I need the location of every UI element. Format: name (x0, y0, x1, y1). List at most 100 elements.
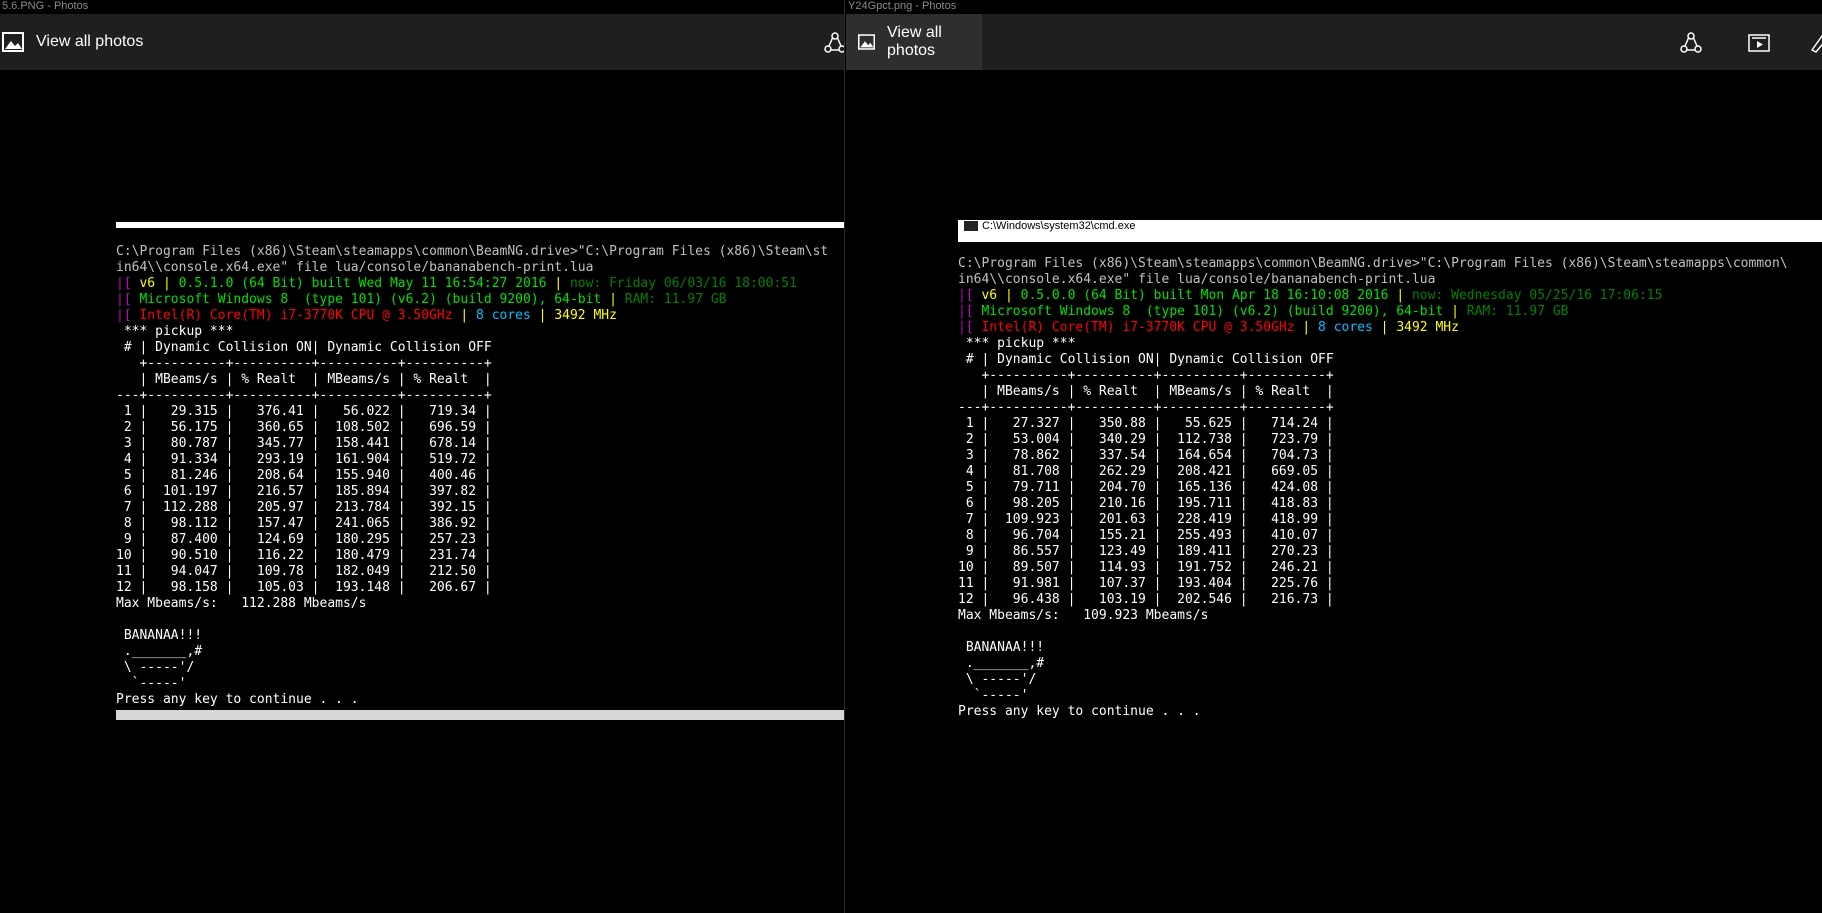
console-line: | MBeams/s | % Realt | MBeams/s | % Real… (139, 372, 492, 387)
info-bracket: |[ (116, 308, 132, 323)
cmd-line: C:\Program Files (x86)\Steam\steamapps\c… (958, 256, 1788, 271)
photo-icon (2, 32, 24, 52)
console-line: 2 | 53.004 | 340.29 | 112.738 | 723.79 | (965, 432, 1334, 447)
timestamp: now: Friday 06/03/16 18:00:51 (569, 276, 797, 291)
benchmark-table: *** pickup *** # | Dynamic Collision ON|… (958, 336, 1334, 719)
cores-info: 8 cores (476, 308, 539, 323)
console-line: 6 | 98.205 | 210.16 | 195.711 | 418.83 | (965, 496, 1334, 511)
version-info: 0.5.1.0 (64 Bit) built Wed May 11 16:54:… (178, 276, 555, 291)
window-titlebar: Y24Gpct.png - Photos (846, 0, 1822, 14)
info-bracket: |[ (116, 292, 132, 307)
console-line: +----------+----------+----------+------… (139, 356, 492, 371)
console-line: | MBeams/s | % Realt | MBeams/s | % Real… (981, 384, 1334, 399)
info-sep: | (1451, 304, 1467, 319)
cpu-info: Intel(R) Core(TM) i7-3770K CPU @ 3.50GHz (973, 320, 1303, 335)
console-line: BANANAA!!! (965, 640, 1045, 655)
console-screenshot: C:\Windows\system32\cmd.exe C:\Program F… (958, 220, 1822, 740)
console-line: Press any key to continue . . . (116, 692, 359, 707)
info-sep: | (162, 276, 179, 291)
slideshow-icon[interactable] (1748, 32, 1770, 54)
info-tag: v6 (131, 276, 163, 291)
console-line: \ -----'/ (965, 672, 1037, 687)
console-line: +----------+----------+----------+------… (981, 368, 1334, 383)
cores-info: 8 cores (1318, 320, 1381, 335)
console-line: 3 | 78.862 | 337.54 | 164.654 | 704.73 | (965, 448, 1334, 463)
console-line: 4 | 91.334 | 293.19 | 161.904 | 519.72 | (123, 452, 492, 467)
photos-window-left: 5.6.PNG - Photos View all photos C:\Prog… (0, 0, 845, 913)
cmd-window-titlebar: C:\Windows\system32\cmd.exe (958, 220, 1822, 242)
photos-window-right: Y24Gpct.png - Photos View all photos C:\… (846, 0, 1822, 913)
info-sep: | (1302, 320, 1319, 335)
console-line: 9 | 87.400 | 124.69 | 180.295 | 257.23 | (123, 532, 492, 547)
info-sep: | (460, 308, 477, 323)
cmd-line: C:\Program Files (x86)\Steam\steamapps\c… (116, 244, 829, 259)
console-line: 3 | 80.787 | 345.77 | 158.441 | 678.14 | (123, 436, 492, 451)
window-title: Y24Gpct.png - Photos (848, 0, 957, 12)
view-all-photos-label: View all photos (36, 33, 144, 50)
console-line: 6 | 101.197 | 216.57 | 185.894 | 397.82 … (123, 484, 492, 499)
console-line: 7 | 109.923 | 201.63 | 228.419 | 418.99 … (965, 512, 1334, 527)
info-bracket: |[ (958, 304, 974, 319)
ram-info: RAM: 11.97 GB (1466, 304, 1569, 319)
console-line: `-----' (131, 676, 187, 691)
ram-info: RAM: 11.97 GB (624, 292, 727, 307)
view-all-photos-label: View all photos (887, 24, 942, 59)
console-line: 9 | 86.557 | 123.49 | 189.411 | 270.23 | (965, 544, 1334, 559)
cmd-icon (964, 221, 978, 231)
benchmark-table: *** pickup *** # | Dynamic Collision ON|… (116, 324, 492, 707)
share-icon[interactable] (824, 32, 845, 54)
console-line: ._______,# (123, 644, 203, 659)
console-scrollbar[interactable] (116, 710, 844, 720)
console-line: 5 | 79.711 | 204.70 | 165.136 | 424.08 | (965, 480, 1334, 495)
console-line: 2 | 56.175 | 360.65 | 108.502 | 696.59 | (123, 420, 492, 435)
console-line: BANANAA!!! (123, 628, 203, 643)
console-line: # | Dynamic Collision ON| Dynamic Collis… (965, 352, 1334, 367)
info-bracket: |[ (958, 320, 974, 335)
console-top-edge (116, 222, 844, 228)
info-sep: | (1396, 288, 1412, 303)
console-line: 10 | 89.507 | 114.93 | 191.752 | 246.21 … (958, 560, 1334, 575)
share-icon[interactable] (1680, 32, 1702, 54)
view-all-photos-button[interactable]: View all photos (846, 14, 982, 70)
console-line: 5 | 81.246 | 208.64 | 155.940 | 400.46 | (123, 468, 492, 483)
draw-icon[interactable] (1808, 32, 1822, 54)
console-line: 8 | 98.112 | 157.47 | 241.065 | 386.92 | (123, 516, 492, 531)
cmd-line: in64\\console.x64.exe" file lua/console/… (116, 260, 594, 275)
console-line: 12 | 98.158 | 105.03 | 193.148 | 206.67 … (116, 580, 492, 595)
console-line: 1 | 27.327 | 350.88 | 55.625 | 714.24 | (965, 416, 1334, 431)
photo-icon (858, 34, 876, 50)
console-line: ---+----------+----------+----------+---… (958, 400, 1334, 415)
os-info: Microsoft Windows 8 (type 101) (v6.2) (b… (973, 304, 1452, 319)
version-info: 0.5.0.0 (64 Bit) built Mon Apr 18 16:10:… (1020, 288, 1397, 303)
info-sep: | (609, 292, 625, 307)
view-all-photos-button[interactable]: View all photos (0, 14, 155, 70)
info-tag: v6 (973, 288, 1005, 303)
console-line: 8 | 96.704 | 155.21 | 255.493 | 410.07 | (965, 528, 1334, 543)
console-line: 10 | 90.510 | 116.22 | 180.479 | 231.74 … (116, 548, 492, 563)
info-sep: | (1380, 320, 1397, 335)
cmd-window-title: C:\Windows\system32\cmd.exe (982, 220, 1136, 232)
console-output: C:\Program Files (x86)\Steam\steamapps\c… (958, 256, 1788, 720)
os-info: Microsoft Windows 8 (type 101) (v6.2) (b… (131, 292, 610, 307)
console-line: Max Mbeams/s: 109.923 Mbeams/s (958, 608, 1209, 623)
console-line: ---+----------+----------+----------+---… (116, 388, 492, 403)
photos-toolbar: View all photos (846, 14, 1822, 70)
info-sep: | (1004, 288, 1021, 303)
window-titlebar: 5.6.PNG - Photos (0, 0, 844, 14)
mhz-info: 3492 MHz (1396, 320, 1459, 335)
console-line: 12 | 96.438 | 103.19 | 202.546 | 216.73 … (958, 592, 1334, 607)
console-line: 11 | 91.981 | 107.37 | 193.404 | 225.76 … (958, 576, 1334, 591)
console-line: `-----' (973, 688, 1029, 703)
console-line: 1 | 29.315 | 376.41 | 56.022 | 719.34 | (123, 404, 492, 419)
timestamp: now: Wednesday 05/25/16 17:06:15 (1411, 288, 1663, 303)
console-output: C:\Program Files (x86)\Steam\steamapps\c… (116, 244, 828, 708)
console-line: 11 | 94.047 | 109.78 | 182.049 | 212.50 … (116, 564, 492, 579)
console-line: # | Dynamic Collision ON| Dynamic Collis… (123, 340, 492, 355)
console-line: \ -----'/ (123, 660, 195, 675)
photos-toolbar: View all photos (0, 14, 844, 70)
console-line: *** pickup *** (965, 336, 1076, 351)
info-bracket: |[ (958, 288, 974, 303)
cmd-line: in64\\console.x64.exe" file lua/console/… (958, 272, 1436, 287)
console-line: Press any key to continue . . . (958, 704, 1201, 719)
window-title: 5.6.PNG - Photos (2, 0, 89, 12)
